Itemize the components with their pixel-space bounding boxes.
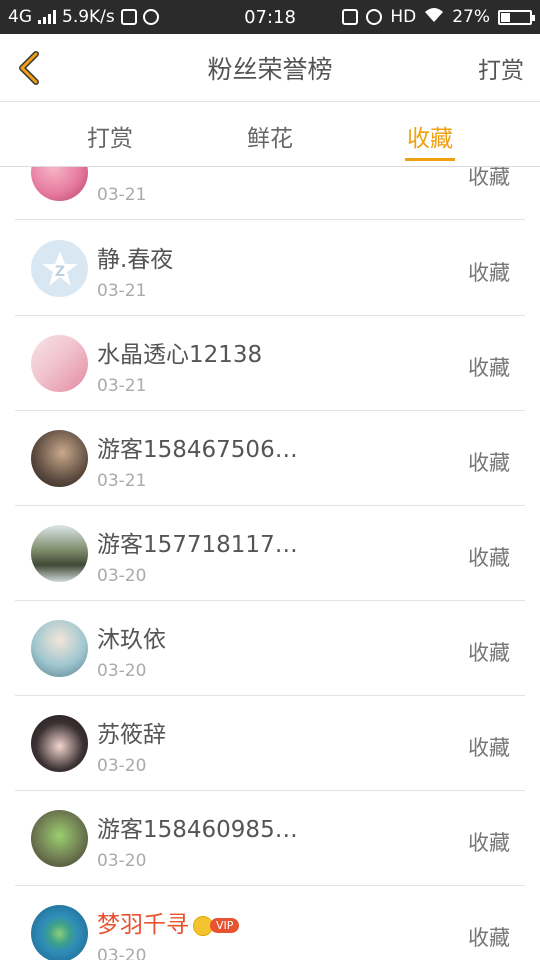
vip-user-name: 梦羽千寻 [97,912,189,938]
list-item[interactable]: 梦羽千寻 VIP 03-20 收藏 [15,886,525,960]
tab-active-indicator [405,158,455,161]
collect-label: 收藏 [468,261,510,285]
collect-label: 收藏 [468,926,510,950]
signal-icon [38,10,56,24]
user-name: 梦羽千寻 VIP [97,905,240,939]
collect-label: 收藏 [468,167,510,189]
user-name: 静.春夜 [97,247,174,273]
user-name: 沐玖依 [97,627,166,653]
battery-icon [498,9,535,25]
user-name: 苏筱辞 [97,722,166,748]
date: 03-20 [97,946,147,960]
avatar [31,167,88,201]
list-item[interactable]: 游客158460985… 03-20 收藏 [15,791,525,886]
collect-label: 收藏 [468,641,510,665]
list-item[interactable]: 沐玖依 03-20 收藏 [15,601,525,696]
avatar [31,430,88,487]
battery-percent: 27% [452,7,490,27]
avatar [31,525,88,582]
network-type: 4G [8,7,32,27]
alarm-icon [366,9,383,25]
collect-label: 收藏 [468,546,510,570]
user-name: 游客157718117… [97,532,298,558]
hd-indicator: HD [390,7,417,27]
message-icon [142,9,159,25]
vip-badge: VIP [193,915,240,936]
list-item[interactable]: 水晶透心12138 03-21 收藏 [15,316,525,411]
vip-label: VIP [210,918,240,933]
header: 粉丝荣誉榜 打赏 [0,34,540,102]
user-name: 游客158467506… [97,437,298,463]
collect-label: 收藏 [468,451,510,475]
date: 03-21 [97,281,147,301]
collect-label: 收藏 [468,356,510,380]
tab-flowers[interactable]: 鲜花 [247,119,293,153]
list-item[interactable]: 苏筱辞 03-20 收藏 [15,696,525,791]
date: 03-21 [97,376,147,396]
svg-text:Z: Z [54,264,64,280]
battery-saver-icon [342,9,359,25]
list-item[interactable]: 03-21 收藏 [15,167,525,220]
list-item[interactable]: 游客157718117… 03-20 收藏 [15,506,525,601]
date: 03-21 [97,185,147,205]
wifi-icon [424,7,444,28]
avatar [31,810,88,867]
date: 03-21 [97,471,147,491]
avatar [31,905,88,960]
tab-collect[interactable]: 收藏 [407,119,453,153]
avatar [31,620,88,677]
avatar: Z [31,240,88,297]
user-name: 游客158460985… [97,817,298,843]
tab-reward[interactable]: 打赏 [87,119,133,153]
user-name: 水晶透心12138 [97,342,263,368]
date: 03-20 [97,566,147,586]
date: 03-20 [97,661,147,681]
reward-button[interactable]: 打赏 [478,51,524,85]
avatar [31,335,88,392]
collect-label: 收藏 [468,736,510,760]
fan-list[interactable]: 03-21 收藏 Z 静.春夜 03-21 收藏 水晶透心12138 03-21… [0,167,540,960]
list-item[interactable]: 游客158467506… 03-21 收藏 [15,411,525,506]
collect-label: 收藏 [468,831,510,855]
avatar [31,715,88,772]
notification-icon [120,9,137,25]
tab-bar: 打赏 鲜花 收藏 [0,103,540,167]
list-item[interactable]: Z 静.春夜 03-21 收藏 [15,221,525,316]
page-title: 粉丝荣誉榜 [207,54,333,84]
date: 03-20 [97,851,147,871]
date: 03-20 [97,756,147,776]
network-speed: 5.9K/s [62,7,115,27]
status-bar: 4G 5.9K/s 07:18 HD 27% [0,0,540,34]
